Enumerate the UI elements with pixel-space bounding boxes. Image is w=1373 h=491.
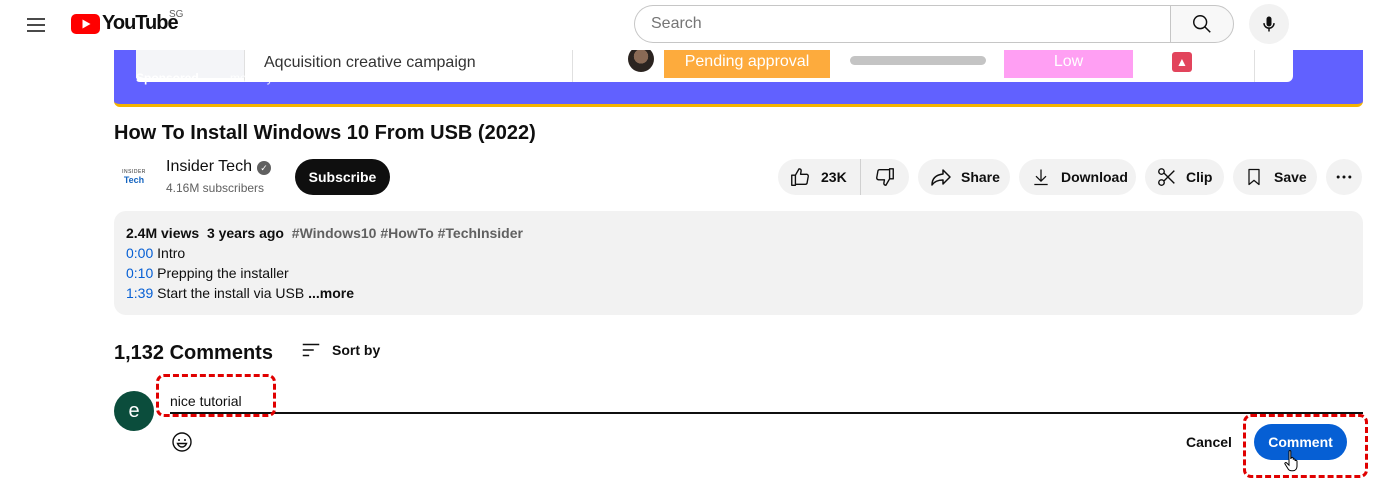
sort-by-button[interactable]: Sort by — [300, 339, 380, 361]
logo-text: YouTube — [102, 12, 179, 34]
ad-priority-low: Low — [1004, 50, 1133, 78]
masthead: YouTube SG — [0, 0, 1373, 50]
chapter-timestamp[interactable]: 0:00 — [126, 245, 153, 261]
thumbs-down-icon — [876, 168, 894, 186]
more-horizontal-icon — [1336, 175, 1352, 179]
sort-by-label: Sort by — [332, 342, 381, 358]
like-dislike-group: 23K — [778, 159, 909, 195]
ad-status-pending: Pending approval — [664, 50, 830, 78]
search-box[interactable] — [634, 5, 1171, 43]
mic-icon — [1263, 16, 1275, 32]
share-icon — [931, 169, 951, 186]
channel-avatar[interactable]: INSIDER Tech — [114, 157, 154, 197]
youtube-logo-icon — [71, 13, 100, 34]
description-meta: 2.4M views 3 years ago #Windows10 #HowTo… — [126, 223, 1351, 243]
search-button[interactable] — [1170, 5, 1234, 43]
video-title: How To Install Windows 10 From USB (2022… — [114, 122, 536, 144]
clip-button[interactable]: Clip — [1145, 159, 1224, 195]
save-button[interactable]: Save — [1233, 159, 1317, 195]
chapter-label: Intro — [157, 245, 186, 261]
like-count: 23K — [821, 169, 847, 185]
ad-card-divider — [572, 50, 573, 82]
search-input[interactable] — [651, 15, 1171, 33]
like-button[interactable]: 23K — [778, 159, 861, 195]
sponsored-separator: · — [204, 71, 208, 85]
share-button[interactable]: Share — [918, 159, 1010, 195]
share-label: Share — [961, 169, 1000, 185]
ad-domain[interactable]: monday.com — [230, 71, 298, 85]
thumbs-up-icon — [791, 168, 809, 186]
ad-campaign-text: Aqcuisition creative campaign — [264, 54, 476, 71]
emoji-icon — [172, 432, 192, 452]
sort-icon — [302, 343, 320, 357]
menu-icon[interactable] — [24, 13, 48, 37]
channel-name[interactable]: Insider Tech — [166, 158, 252, 176]
chapter-timestamp[interactable]: 1:39 — [126, 285, 153, 301]
show-more-link[interactable]: ...more — [308, 285, 354, 301]
chapter-line: 0:10 Prepping the installer — [126, 263, 1351, 283]
scissors-icon — [1158, 168, 1175, 186]
more-actions-button[interactable] — [1326, 159, 1362, 195]
region-code: SG — [169, 9, 184, 20]
view-count: 2.4M views — [126, 225, 200, 241]
ad-progress-placeholder — [850, 56, 986, 65]
verified-badge-icon: ✓ — [257, 161, 271, 175]
pdf-icon: ▲ — [1172, 52, 1192, 72]
youtube-logo[interactable]: YouTube — [71, 12, 179, 35]
ad-person-avatar — [628, 50, 654, 72]
hashtags[interactable]: #Windows10 #HowTo #TechInsider — [292, 225, 523, 241]
download-button[interactable]: Download — [1019, 159, 1136, 195]
cancel-button[interactable]: Cancel — [1176, 424, 1242, 460]
clip-label: Clip — [1186, 169, 1213, 185]
ad-card-divider — [1254, 50, 1255, 82]
chapter-timestamp[interactable]: 0:10 — [126, 265, 153, 281]
upload-age: 3 years ago — [206, 225, 284, 241]
subscribe-button[interactable]: Subscribe — [295, 159, 390, 195]
chapter-line: 0:00 Intro — [126, 243, 1351, 263]
voice-search-button[interactable] — [1249, 4, 1289, 44]
save-label: Save — [1274, 169, 1307, 185]
subscriber-count: 4.16M subscribers — [166, 181, 265, 195]
download-icon — [1034, 169, 1048, 186]
chapter-line: 1:39 Start the install via USB ...more — [126, 283, 1351, 303]
dislike-button[interactable] — [861, 159, 909, 195]
chapter-label: Prepping the installer — [157, 265, 289, 281]
chapter-label: Start the install via USB — [157, 285, 305, 301]
download-label: Download — [1061, 169, 1128, 185]
comments-count: 1,132 Comments — [114, 342, 273, 364]
search-icon — [1193, 15, 1211, 33]
comment-input[interactable] — [170, 390, 1363, 414]
video-description[interactable]: 2.4M views 3 years ago #Windows10 #HowTo… — [114, 211, 1363, 315]
sponsored-ad-banner[interactable]: Aqcuisition creative campaign Pending ap… — [114, 50, 1363, 107]
user-avatar[interactable]: e — [114, 391, 154, 431]
channel-avatar-line2: Tech — [123, 175, 145, 185]
comment-submit-button[interactable]: Comment — [1254, 424, 1347, 460]
ad-preview-card: Aqcuisition creative campaign Pending ap… — [136, 50, 1293, 82]
sponsored-label: Sponsored — [136, 71, 199, 85]
bookmark-icon — [1248, 168, 1260, 186]
emoji-button[interactable] — [170, 430, 194, 454]
